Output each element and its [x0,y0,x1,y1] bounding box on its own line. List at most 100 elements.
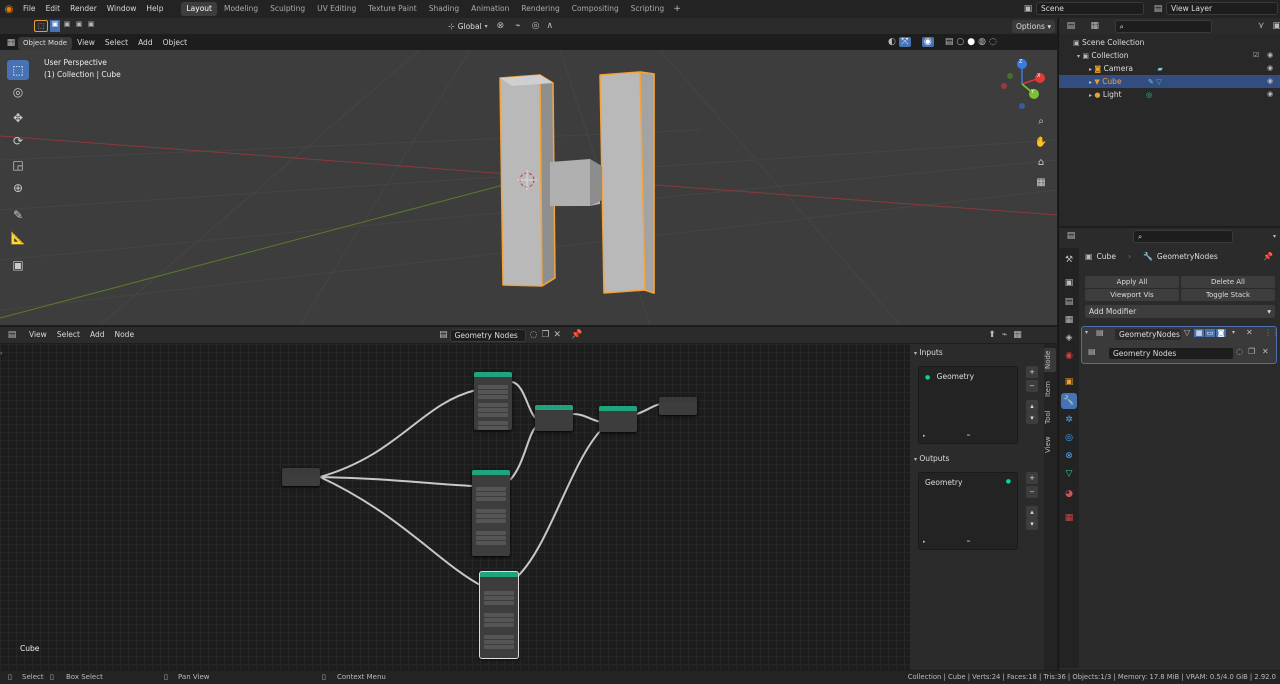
outliner-scene-collection[interactable]: ▣ Scene Collection [1059,36,1280,49]
tab-rendering[interactable]: Rendering [516,2,564,16]
add-output-button[interactable]: + [1026,472,1038,484]
sidebar-tab-tool[interactable]: Tool [1044,406,1056,428]
new-collection-icon[interactable]: ▣ [1272,21,1280,31]
group-output-node[interactable] [659,397,697,415]
duplicate-icon[interactable]: ❐ [1248,347,1255,356]
world-tab-icon[interactable]: ◉ [1061,348,1077,364]
remove-output-button[interactable]: − [1026,486,1038,498]
transform-node-1[interactable] [474,372,512,430]
unlink-icon[interactable]: ✕ [1262,347,1269,356]
scene-selector[interactable]: ▣ Scene [1020,2,1144,15]
camera-view-icon[interactable]: ⌂ [1032,154,1050,172]
select-subtract-icon[interactable]: ▣ [74,20,84,32]
select-extend-icon[interactable]: ▣ [62,20,72,32]
ortho-grid-icon[interactable]: ▦ [1032,174,1050,192]
proportional-edit-icon[interactable]: ◎ [532,21,540,31]
outliner-item-camera[interactable]: ▸ ◙ Camera ▰ ◉ [1059,62,1280,75]
cursor-tool[interactable]: ◎ [7,82,29,102]
close-icon[interactable]: ✕ [1246,328,1253,337]
tab-modeling[interactable]: Modeling [219,2,263,16]
scene-field[interactable]: Scene [1036,2,1144,15]
parent-tree-icon[interactable]: ⬆ [988,330,996,340]
menu-file[interactable]: File [18,0,41,18]
sidebar-tab-item[interactable]: Item [1044,378,1056,400]
select-tool-icon[interactable]: ⬚ [34,20,48,32]
outliner-item-cube[interactable]: ▸ ▼ Cube ✎ ▽ ◉ [1059,75,1280,88]
rendered-shading-icon[interactable]: ◌ [989,37,997,47]
checkbox-icon[interactable]: ☑ [1253,49,1259,62]
eye-icon[interactable]: ◉ [1267,49,1273,62]
transform-node-3[interactable] [479,571,519,659]
outliner-editor-icon[interactable]: ▤ [1059,21,1083,31]
tab-scripting[interactable]: Scripting [626,2,669,16]
object-tab-icon[interactable]: ▣ [1061,374,1077,390]
pan-hand-icon[interactable]: ✋ [1032,134,1050,152]
node-menu-view[interactable]: View [24,328,52,342]
outliner-search-input[interactable]: ⌕ [1114,19,1212,33]
annotate-tool[interactable]: ✎ [7,205,29,225]
resize-handle-icon[interactable]: ═ [967,433,970,439]
view-layer-tab-icon[interactable]: ▦ [1061,312,1077,328]
properties-search-input[interactable]: ⌕ [1133,229,1233,243]
chevron-down-icon[interactable]: ▾ [1232,329,1235,336]
add-workspace-icon[interactable]: + [670,4,684,14]
eye-icon[interactable]: ◉ [1267,75,1273,88]
modifier-name-field[interactable]: GeometryNodes [1114,328,1182,341]
properties-editor-icon[interactable]: ▤ [1059,231,1083,241]
node-canvas[interactable]: Cube › [0,344,910,670]
navigation-gizmo[interactable] [994,54,1054,114]
move-tool[interactable]: ✥ [7,108,29,128]
view-layer-selector[interactable]: ▤ View Layer [1150,2,1278,15]
outliner-collection[interactable]: ▾ ▣ Collection ☑ ◉ [1059,49,1280,62]
transform-orientation[interactable]: ⊹ Global ▾ ⊗ ⌁ ◎ ∧ [448,21,553,31]
tab-uv-editing[interactable]: UV Editing [312,2,361,16]
pivot-icon[interactable]: ⊗ [497,21,505,31]
visibility-icon[interactable]: ◐ [888,37,896,47]
tab-texture-paint[interactable]: Texture Paint [363,2,421,16]
inputs-section-header[interactable]: ▾ Inputs [914,346,1040,360]
node-tree-name-field[interactable]: Geometry Nodes [449,328,526,342]
modifier-tab-icon[interactable]: 🔧 [1061,393,1077,409]
overlay-icon[interactable]: ▦ [1013,330,1022,340]
edit-mode-toggle-icon[interactable]: ▽ [1184,328,1190,337]
menu-edit[interactable]: Edit [41,0,66,18]
display-mode-icon[interactable]: ▦ [1083,21,1107,31]
add-input-button[interactable]: + [1026,366,1038,378]
pin-icon[interactable]: 📌 [1263,252,1273,261]
unlink-icon[interactable]: ✕ [554,330,562,340]
tab-animation[interactable]: Animation [466,2,514,16]
scene-tab-icon[interactable]: ◈ [1061,330,1077,346]
toggle-stack-button[interactable]: Toggle Stack [1181,289,1275,301]
transform-node-2[interactable] [472,470,510,556]
editor-type-icon[interactable]: ▦ [4,38,18,48]
filter-icon[interactable]: ⋎ [1258,21,1265,31]
object-mode-dropdown[interactable]: Object Mode [18,36,73,50]
add-modifier-dropdown[interactable]: Add Modifier ▾ [1085,305,1275,318]
menu-help[interactable]: Help [141,0,168,18]
outputs-section-header[interactable]: ▾ Outputs [914,452,1040,466]
falloff-icon[interactable]: ∧ [546,21,553,31]
node-menu-node[interactable]: Node [109,328,139,342]
select-invert-icon[interactable]: ▣ [86,20,96,32]
chevron-down-icon[interactable]: ▾ [1273,233,1276,240]
xray-icon[interactable]: ▤ [945,37,954,47]
apply-all-button[interactable]: Apply All [1085,276,1179,288]
material-tab-icon[interactable]: ◕ [1061,486,1077,502]
physics-tab-icon[interactable]: ◎ [1061,430,1077,446]
resize-handle-icon[interactable]: ═ [967,539,970,545]
node-tree-icon[interactable]: ▤ [439,330,448,340]
fake-user-icon[interactable]: ◌ [1236,347,1243,356]
tab-compositing[interactable]: Compositing [567,2,624,16]
blender-logo-icon[interactable]: ◉ [0,4,18,15]
join-geometry-node-1[interactable] [535,405,573,431]
expand-icon[interactable]: ▸ [923,539,926,545]
scale-tool[interactable]: ◲ [7,155,29,175]
snap-icon[interactable]: ⌁ [515,21,520,31]
rotate-tool[interactable]: ⟳ [7,131,29,151]
move-output-down-button[interactable]: ▾ [1026,518,1038,530]
delete-all-button[interactable]: Delete All [1181,276,1275,288]
orientation-dropdown[interactable]: Global [458,22,482,31]
select-box-tool[interactable]: ⬚ [7,60,29,80]
viewport-menu-add[interactable]: Add [133,36,158,50]
menu-render[interactable]: Render [65,0,102,18]
